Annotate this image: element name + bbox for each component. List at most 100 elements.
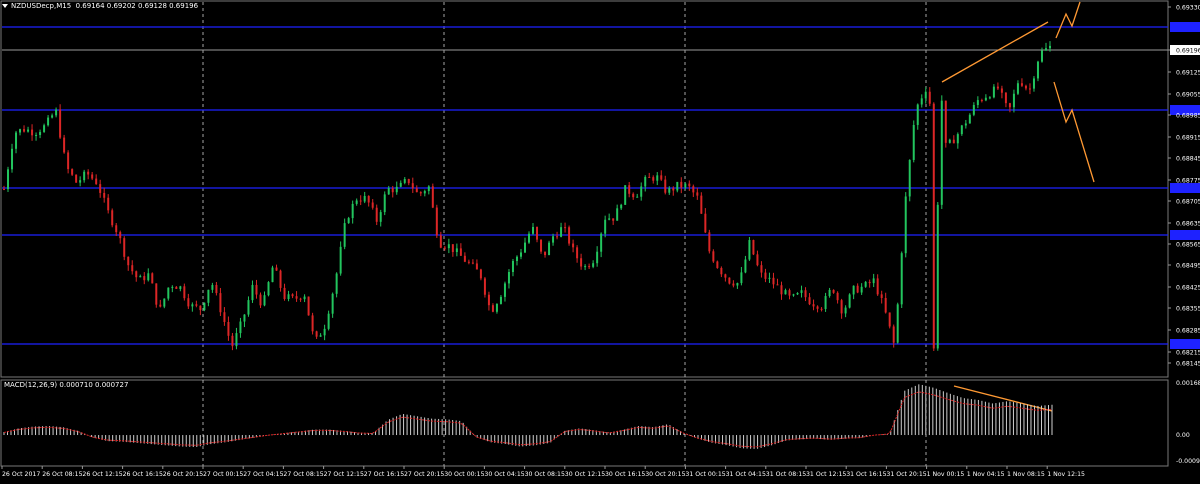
time-label: 31 Oct 16:15 <box>846 471 886 478</box>
candle <box>1008 102 1011 113</box>
candle-body <box>443 247 446 249</box>
chart-window[interactable]: 0.69330 0.69196 0.69125 0.69055 0.68985 0.689… <box>0 0 1200 480</box>
price-label: 0.68215 <box>1176 350 1200 357</box>
price-label: 0.69330 <box>1176 5 1200 12</box>
candle-body <box>840 300 843 314</box>
candle <box>163 298 166 309</box>
candle <box>564 222 567 233</box>
candle-body <box>359 200 362 202</box>
candle <box>792 293 795 297</box>
candle-body <box>127 256 130 266</box>
candle-body <box>1024 85 1027 89</box>
candle-body <box>680 181 683 188</box>
time-label: 27 Oct 04:15 <box>243 471 283 478</box>
candle-body <box>91 174 94 179</box>
dropdown-triangle-icon[interactable] <box>2 4 8 8</box>
candle-body <box>119 232 122 239</box>
wave-projection-down <box>1053 81 1095 183</box>
candle-body <box>628 185 631 194</box>
candle <box>15 130 18 154</box>
candle-body <box>644 176 647 187</box>
candle-body <box>343 223 346 247</box>
candle <box>800 285 803 298</box>
current-price-text: 0.69196 <box>1176 48 1200 55</box>
candle-body <box>560 227 563 237</box>
level-tag-0 <box>1170 22 1200 32</box>
candle-body <box>139 276 142 278</box>
candle-body <box>7 169 10 190</box>
candle-body <box>668 188 671 193</box>
candle-body <box>251 284 254 301</box>
candle <box>135 270 138 282</box>
candle-body <box>872 278 875 284</box>
candle-body <box>832 289 835 293</box>
candle <box>788 288 791 300</box>
candle <box>211 282 214 293</box>
candle <box>676 181 679 193</box>
candle <box>507 269 510 289</box>
candle-body <box>283 287 286 300</box>
candle <box>728 277 731 285</box>
candle <box>279 269 282 292</box>
candle <box>620 203 623 210</box>
candle-body <box>860 286 863 293</box>
candle-body <box>423 191 426 194</box>
candle-body <box>788 290 791 296</box>
candle-body <box>1016 83 1019 94</box>
candle-body <box>183 286 186 299</box>
candle-body <box>716 261 719 268</box>
time-label: 27 Oct 16:15 <box>364 471 404 478</box>
candle-body <box>540 239 543 252</box>
candle-body <box>19 129 22 133</box>
candle <box>447 238 450 254</box>
candle <box>976 96 979 109</box>
candle <box>568 225 571 246</box>
candle <box>988 96 991 100</box>
candle-body <box>700 195 703 214</box>
candle <box>972 102 975 117</box>
candle <box>251 280 254 303</box>
price-label: 0.68845 <box>1176 156 1200 163</box>
candle <box>764 268 767 283</box>
candle <box>1012 89 1015 113</box>
candle <box>1024 84 1027 91</box>
candle-body <box>688 183 691 187</box>
price-label: 0.68775 <box>1176 178 1200 185</box>
candle-body <box>203 302 206 311</box>
candle <box>844 305 847 318</box>
candle-body <box>387 188 390 195</box>
candle-body <box>519 252 522 257</box>
candle <box>131 260 134 275</box>
candle <box>463 252 466 263</box>
candle-body <box>836 292 839 301</box>
candle <box>532 223 535 235</box>
candle-body <box>507 272 510 284</box>
candle <box>519 248 522 260</box>
candle <box>511 258 514 277</box>
chart-canvas[interactable]: 0.69330 0.69196 0.69125 0.69055 0.68985 0.689… <box>0 0 1200 480</box>
candle-body <box>95 178 98 185</box>
candle <box>27 126 30 133</box>
candle-body <box>319 335 322 337</box>
candle <box>724 273 727 282</box>
candle <box>752 239 755 256</box>
candle <box>768 272 771 283</box>
candle-body <box>3 189 5 191</box>
candle <box>720 266 723 278</box>
candle <box>952 135 955 144</box>
candle <box>311 312 314 335</box>
candle <box>924 87 927 104</box>
candle <box>872 273 875 288</box>
candle <box>656 172 659 186</box>
candle <box>780 281 783 300</box>
candle <box>275 264 278 271</box>
candle <box>411 177 414 194</box>
candle-body <box>335 273 338 294</box>
candle <box>980 98 983 103</box>
candle <box>203 302 206 312</box>
candle <box>580 253 583 270</box>
candle <box>343 218 346 250</box>
candle-body <box>864 281 867 287</box>
candle-body <box>495 303 498 312</box>
price-label: 0.68355 <box>1176 306 1200 313</box>
